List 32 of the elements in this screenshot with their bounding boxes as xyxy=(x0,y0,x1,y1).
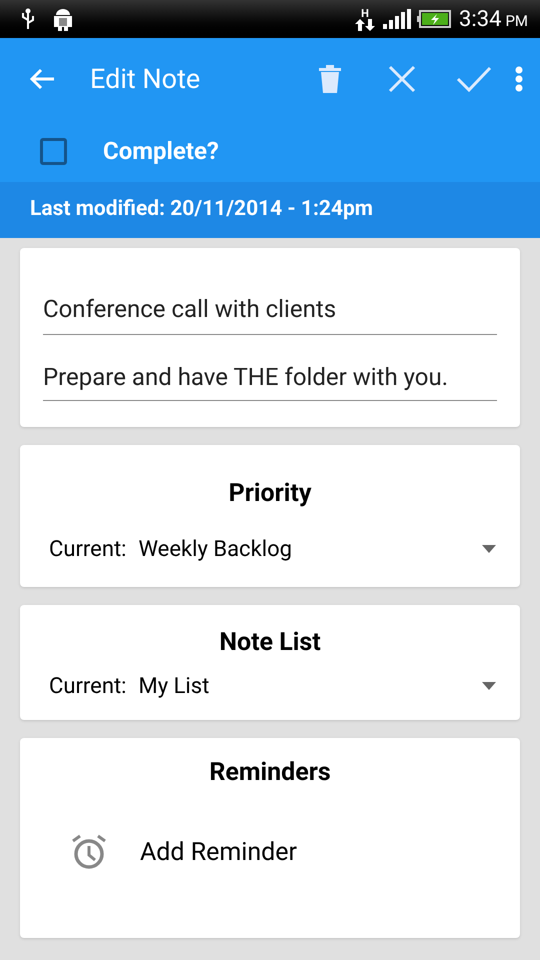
complete-label: Complete? xyxy=(103,136,219,167)
card-heading: Note List xyxy=(218,627,322,659)
more-vertical-icon xyxy=(515,66,523,92)
dropdown-value: My List xyxy=(138,672,210,700)
battery-icon xyxy=(417,10,452,28)
dropdown[interactable]: Current: Weekly Backlog xyxy=(20,532,520,566)
dropdown-arrow-icon xyxy=(482,682,496,690)
data-arrows-icon xyxy=(355,18,376,30)
dropdown-arrow-icon xyxy=(482,545,496,553)
card-heading: Reminders xyxy=(208,757,332,789)
close-icon xyxy=(388,65,416,93)
dropdown-label: Current: xyxy=(49,672,126,700)
title-field[interactable]: Conference call with clients xyxy=(43,294,497,335)
dropdown-value: Weekly Backlog xyxy=(138,536,293,564)
usb-icon xyxy=(20,8,36,30)
network-type-label: H xyxy=(361,8,369,18)
card-heading: Priority xyxy=(228,478,312,510)
clock-period: PM xyxy=(505,10,528,32)
body-field[interactable]: Prepare and have THE folder with you. xyxy=(43,361,497,401)
toolbar-title: Edit Note xyxy=(90,62,200,97)
clock-time: 3:34 xyxy=(459,6,502,34)
dropdown-label: Current: xyxy=(49,536,126,564)
alarm-clock-icon xyxy=(71,834,107,870)
back-arrow-icon xyxy=(29,68,55,90)
complete-checkbox[interactable] xyxy=(40,138,67,164)
signal-icon xyxy=(383,9,414,29)
dropdown[interactable]: Current: My List xyxy=(20,670,520,702)
checkmark-icon xyxy=(456,66,492,92)
android-icon xyxy=(52,6,74,32)
add-reminder-item[interactable]: Add Reminder xyxy=(20,834,520,871)
trash-icon xyxy=(319,65,341,93)
last-modified-text: Last modified: 20/11/2014 - 1:24pm xyxy=(30,196,373,224)
